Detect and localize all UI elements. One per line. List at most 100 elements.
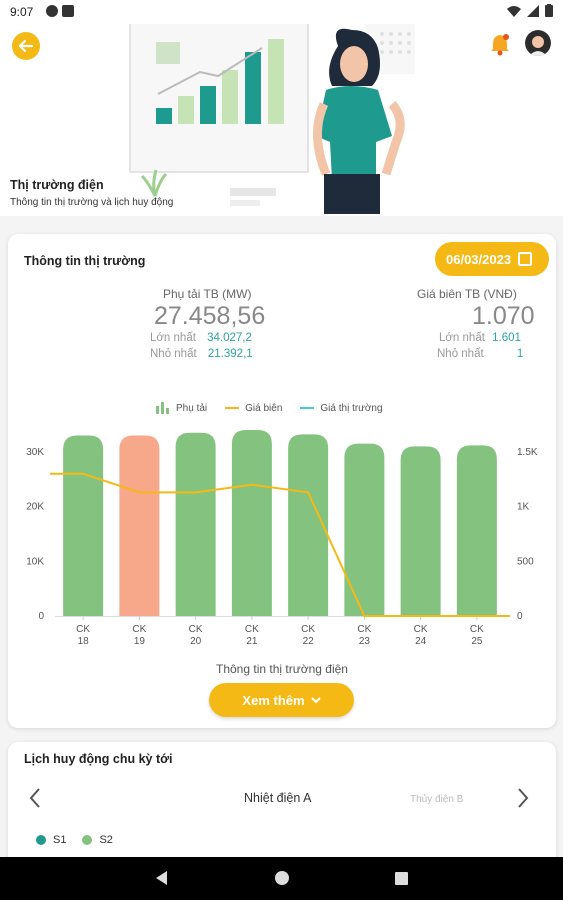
chevron-right-icon[interactable] bbox=[512, 786, 532, 810]
notification-icon-2 bbox=[62, 5, 74, 17]
x-tick-label: CK bbox=[414, 624, 428, 635]
wifi-icon bbox=[507, 5, 521, 17]
calendar-icon bbox=[518, 252, 533, 266]
y-left-tick-label: 10K bbox=[26, 556, 44, 567]
market-card-title: Thông tin thị trường bbox=[24, 254, 146, 268]
x-tick-label: CK bbox=[76, 624, 90, 635]
x-tick-label: CK bbox=[470, 624, 484, 635]
s2-dot bbox=[82, 835, 93, 846]
line-marginal-price bbox=[50, 472, 510, 617]
bar-ck-25 bbox=[456, 445, 497, 616]
price-max-label: Lớn nhất bbox=[439, 332, 485, 344]
bell-icon bbox=[491, 34, 509, 56]
view-more-button[interactable]: Xem thêm bbox=[209, 683, 354, 717]
legend-load[interactable]: Phụ tải bbox=[156, 402, 207, 414]
tab-thermal-a[interactable]: Nhiệt điện A bbox=[244, 791, 311, 805]
price-max-value: 1.601 bbox=[492, 332, 521, 344]
x-tick-label: CK bbox=[301, 624, 315, 635]
x-tick-label: 24 bbox=[415, 636, 427, 647]
chart-legend: Phụ tải Giá biên Giá thị trường bbox=[156, 402, 383, 414]
tab-hydro-b[interactable]: Thủy điện B bbox=[410, 794, 463, 805]
load-label: Phụ tải TB (MW) bbox=[163, 287, 252, 301]
x-tick-label: 22 bbox=[303, 636, 315, 647]
y-left-tick-label: 20K bbox=[26, 502, 44, 513]
s1-dot bbox=[36, 835, 46, 846]
market-chart: 010K20K30K05001K1.5KCK18CK19CK20CK21CK22… bbox=[26, 430, 538, 647]
price-min-label: Nhỏ nhất bbox=[437, 348, 484, 360]
load-max-value: 34.027,2 bbox=[207, 332, 252, 344]
load-min-value: 21.392,1 bbox=[207, 348, 253, 360]
x-tick-label: CK bbox=[132, 624, 146, 635]
user-avatar-icon bbox=[525, 30, 551, 56]
x-tick-label: 23 bbox=[359, 636, 371, 647]
notification-bell-button[interactable] bbox=[489, 32, 511, 61]
market-info-card: Thông tin thị trường 06/03/2023 Phụ tải … bbox=[8, 234, 556, 728]
status-time: 9:07 bbox=[10, 5, 34, 19]
date-picker-button[interactable]: 06/03/2023 bbox=[435, 242, 549, 276]
price-label: Giá biên TB (VNĐ) bbox=[417, 287, 517, 301]
system-nav-bar bbox=[0, 857, 563, 900]
x-tick-label: 20 bbox=[190, 636, 202, 647]
x-tick-label: CK bbox=[189, 624, 203, 635]
y-right-tick-label: 1K bbox=[517, 502, 530, 513]
legend-market-label: Giá thị trường bbox=[320, 402, 383, 414]
selected-date: 06/03/2023 bbox=[446, 251, 512, 267]
load-max-label: Lớn nhất bbox=[150, 332, 196, 344]
schedule-legend: S1 S2 bbox=[36, 834, 113, 846]
nav-back-icon[interactable] bbox=[156, 871, 167, 885]
y-left-tick-label: 30K bbox=[26, 447, 44, 458]
x-tick-label: 18 bbox=[78, 636, 90, 647]
line-swatch-icon bbox=[300, 407, 315, 409]
y-right-tick-label: 1.5K bbox=[517, 447, 538, 458]
x-tick-label: CK bbox=[245, 624, 259, 635]
load-min-label: Nhỏ nhất bbox=[150, 348, 197, 360]
bar-chart-icon bbox=[156, 402, 169, 414]
page-subtitle: Thông tin thị trường và lịch huy động bbox=[10, 197, 174, 208]
x-tick-label: 25 bbox=[471, 636, 483, 647]
legend-marginal-price[interactable]: Giá biên bbox=[225, 403, 282, 414]
y-right-tick-label: 500 bbox=[517, 556, 534, 567]
x-tick-label: 21 bbox=[246, 636, 258, 647]
page-title: Thị trường điện bbox=[10, 178, 104, 192]
load-value: 27.458,56 bbox=[154, 302, 266, 330]
hero-banner: Thị trường điện Thông tin thị trường và … bbox=[0, 24, 563, 216]
bar-ck-24 bbox=[400, 446, 441, 616]
notification-icon bbox=[46, 5, 58, 17]
nav-recents-icon[interactable] bbox=[395, 872, 408, 885]
load-max-row: Lớn nhất 34.027,2 bbox=[150, 332, 252, 344]
signal-icon bbox=[527, 4, 539, 17]
legend-s2[interactable]: S2 bbox=[82, 834, 113, 846]
price-min-row: Nhỏ nhất 1 bbox=[437, 348, 523, 360]
bar-ck-21 bbox=[231, 430, 272, 616]
legend-s1[interactable]: S1 bbox=[36, 834, 66, 846]
y-left-tick-label: 0 bbox=[38, 611, 44, 622]
bar-ck-23 bbox=[344, 443, 385, 616]
legend-s2-label: S2 bbox=[99, 834, 113, 846]
schedule-title: Lịch huy động chu kỳ tới bbox=[24, 752, 173, 766]
status-bar: 9:07 bbox=[0, 0, 563, 24]
battery-icon bbox=[545, 4, 553, 17]
price-max-row: Lớn nhất 1.601 bbox=[439, 332, 521, 344]
legend-s1-label: S1 bbox=[53, 834, 67, 846]
arrow-left-icon bbox=[19, 40, 33, 52]
price-min-value: 1 bbox=[516, 348, 524, 360]
nav-home-icon[interactable] bbox=[275, 871, 289, 885]
view-more-label: Xem thêm bbox=[242, 692, 305, 708]
load-min-row: Nhỏ nhất 21.392,1 bbox=[150, 348, 253, 360]
market-caption: Thông tin thị trường điện bbox=[216, 662, 348, 676]
avatar[interactable] bbox=[525, 30, 551, 56]
legend-market-price[interactable]: Giá thị trường bbox=[300, 402, 383, 414]
y-right-tick-label: 0 bbox=[517, 611, 523, 622]
chevron-left-icon[interactable] bbox=[26, 786, 46, 810]
line-swatch-icon bbox=[225, 407, 240, 409]
back-button[interactable] bbox=[12, 32, 40, 60]
bar-ck-19 bbox=[119, 435, 160, 616]
bar-ck-18 bbox=[63, 435, 104, 616]
price-value: 1.070 bbox=[472, 302, 535, 330]
legend-marginal-label: Giá biên bbox=[245, 402, 283, 414]
bar-ck-20 bbox=[175, 432, 216, 616]
legend-load-label: Phụ tải bbox=[176, 402, 208, 414]
chevron-down-icon bbox=[310, 696, 321, 703]
x-tick-label: 19 bbox=[134, 636, 146, 647]
x-tick-label: CK bbox=[357, 624, 371, 635]
